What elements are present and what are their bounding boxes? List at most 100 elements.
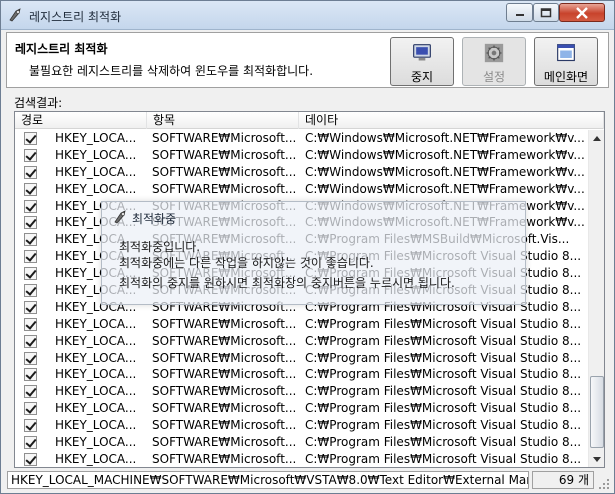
settings-button-label: 설정 bbox=[482, 70, 506, 84]
row-checkbox[interactable] bbox=[24, 419, 37, 433]
table-row[interactable]: HKEY_LOCA... SOFTWARE₩Microsoft... C:₩Prog… bbox=[15, 350, 588, 367]
close-button[interactable] bbox=[559, 3, 605, 22]
title-bar[interactable]: 레지스트리 최적화 bbox=[1, 1, 614, 30]
row-checkbox[interactable] bbox=[24, 317, 37, 331]
stop-button-label: 중지 bbox=[410, 70, 434, 84]
row-checkbox[interactable] bbox=[24, 148, 37, 162]
row-item: SOFTWARE₩Microsoft... bbox=[152, 367, 297, 382]
status-current-path: HKEY_LOCAL_MACHINE₩SOFTWARE₩Microsoft₩VS… bbox=[7, 471, 529, 489]
table-row[interactable]: HKEY_LOCA... SOFTWARE₩Microsoft... C:₩Prog… bbox=[15, 383, 588, 400]
row-path: HKEY_LOCA... bbox=[55, 181, 137, 196]
row-checkbox[interactable] bbox=[24, 132, 37, 145]
scroll-thumb[interactable] bbox=[590, 376, 604, 448]
results-label: 검색결과: bbox=[14, 96, 63, 110]
row-data: C:₩Program Files₩Microsoft Visual Studio… bbox=[305, 316, 582, 331]
settings-button[interactable]: 설정 bbox=[462, 37, 526, 86]
row-checkbox[interactable] bbox=[24, 351, 37, 365]
row-checkbox[interactable] bbox=[24, 250, 37, 264]
row-data: C:₩Program Files₩Microsoft Visual Studio… bbox=[305, 401, 582, 416]
table-row[interactable]: HKEY_LOCA... SOFTWARE₩Microsoft... C:₩Prog… bbox=[15, 333, 588, 350]
table-row[interactable]: HKEY_LOCA... SOFTWARE₩Microsoft... C:₩Prog… bbox=[15, 400, 588, 417]
row-data: C:₩Program Files₩Microsoft Visual Studio… bbox=[305, 451, 582, 466]
row-checkbox[interactable] bbox=[24, 165, 37, 179]
row-data: C:₩Windows₩Microsoft.NET₩Framework₩v... bbox=[305, 131, 585, 145]
row-path: HKEY_LOCA... bbox=[55, 316, 137, 331]
row-path: HKEY_LOCA... bbox=[55, 418, 137, 433]
row-item: SOFTWARE₩Microsoft... bbox=[152, 350, 297, 365]
row-data: C:₩Program Files₩Microsoft Visual Studio… bbox=[305, 384, 582, 399]
vertical-scrollbar[interactable] bbox=[588, 130, 604, 467]
row-item: SOFTWARE₩Microsoft... bbox=[152, 181, 297, 196]
table-row[interactable]: HKEY_LOCA... SOFTWARE₩Microsoft... C:₩Wind… bbox=[15, 181, 588, 198]
row-path: HKEY_LOCA... bbox=[55, 131, 137, 145]
scroll-down-button[interactable] bbox=[589, 451, 604, 467]
table-row[interactable]: HKEY_LOCA... SOFTWARE₩Microsoft... C:₩Prog… bbox=[15, 434, 588, 451]
row-checkbox[interactable] bbox=[24, 436, 37, 450]
table-row[interactable]: HKEY_LOCA... SOFTWARE₩Microsoft... C:₩Prog… bbox=[15, 316, 588, 333]
row-item: SOFTWARE₩Microsoft... bbox=[152, 333, 297, 348]
column-header-item[interactable]: 항목 bbox=[147, 112, 299, 129]
close-icon bbox=[576, 6, 588, 19]
row-item: SOFTWARE₩Microsoft... bbox=[152, 451, 297, 466]
main-screen-button[interactable]: 메인화면 bbox=[534, 37, 598, 86]
optimizer-icon bbox=[114, 210, 126, 224]
minimize-button[interactable] bbox=[506, 3, 533, 22]
status-count: 69 개 bbox=[532, 471, 594, 489]
table-row[interactable]: HKEY_LOCA... SOFTWARE₩Microsoft... C:₩Prog… bbox=[15, 366, 588, 383]
row-data: C:₩Program Files₩Microsoft Visual Studio… bbox=[305, 333, 582, 348]
resize-grip-icon[interactable] bbox=[597, 477, 611, 491]
row-checkbox[interactable] bbox=[24, 334, 37, 348]
row-checkbox[interactable] bbox=[24, 402, 37, 416]
row-path: HKEY_LOCA... bbox=[55, 333, 137, 348]
window-icon bbox=[557, 44, 575, 62]
row-data: C:₩Windows₩Microsoft.NET₩Framework₩v... bbox=[305, 147, 585, 162]
scroll-up-icon bbox=[593, 135, 601, 141]
row-data: C:₩Windows₩Microsoft.NET₩Framework₩v... bbox=[305, 164, 585, 179]
row-item: SOFTWARE₩Microsoft... bbox=[152, 418, 297, 433]
row-item: SOFTWARE₩Microsoft... bbox=[152, 164, 297, 179]
row-item: SOFTWARE₩Microsoft... bbox=[152, 435, 297, 450]
row-checkbox[interactable] bbox=[24, 267, 37, 281]
row-checkbox[interactable] bbox=[24, 452, 37, 466]
row-data: C:₩Program Files₩Microsoft Visual Studio… bbox=[305, 418, 582, 433]
maximize-button[interactable] bbox=[533, 3, 559, 22]
row-item: SOFTWARE₩Microsoft... bbox=[152, 401, 297, 416]
window-title: 레지스트리 최적화 bbox=[29, 10, 122, 24]
stop-button[interactable]: 중지 bbox=[390, 37, 454, 86]
row-checkbox[interactable] bbox=[24, 233, 37, 247]
maximize-icon bbox=[540, 7, 552, 17]
popup-line-3: 최적화의 중지를 원하시면 최적화창의 중지버튼을 누르시면 됩니다. bbox=[119, 276, 455, 290]
scroll-down-icon bbox=[593, 456, 601, 462]
row-checkbox[interactable] bbox=[24, 216, 37, 230]
scroll-up-button[interactable] bbox=[589, 130, 604, 146]
table-row[interactable]: HKEY_LOCA... SOFTWARE₩Microsoft... C:₩Prog… bbox=[15, 417, 588, 434]
column-header-data[interactable]: 데이타 bbox=[299, 112, 604, 129]
row-path: HKEY_LOCA... bbox=[55, 367, 137, 382]
row-data: C:₩Program Files₩Microsoft Visual Studio… bbox=[305, 367, 582, 382]
row-checkbox[interactable] bbox=[24, 284, 37, 298]
list-header: 경로 항목 데이타 bbox=[15, 112, 604, 129]
row-path: HKEY_LOCA... bbox=[55, 451, 137, 466]
row-item: SOFTWARE₩Microsoft... bbox=[152, 131, 297, 145]
row-item: SOFTWARE₩Microsoft... bbox=[152, 147, 297, 162]
popup-title: 최적화중 bbox=[132, 212, 177, 226]
table-row[interactable]: HKEY_LOCA... SOFTWARE₩Microsoft... C:₩Prog… bbox=[15, 451, 588, 467]
table-row[interactable]: HKEY_LOCA... SOFTWARE₩Microsoft... C:₩Wind… bbox=[15, 164, 588, 181]
popup-line-1: 최적화중입니다. bbox=[119, 240, 201, 254]
main-screen-button-label: 메인화면 bbox=[543, 70, 589, 84]
app-icon bbox=[9, 8, 21, 22]
header-description: 불필요한 레지스트리를 삭제하여 윈도우를 최적화합니다. bbox=[29, 64, 314, 78]
table-row[interactable]: HKEY_LOCA... SOFTWARE₩Microsoft... C:₩Wind… bbox=[15, 130, 588, 147]
column-header-path[interactable]: 경로 bbox=[15, 112, 147, 129]
gear-icon bbox=[484, 43, 504, 63]
row-path: HKEY_LOCA... bbox=[55, 384, 137, 399]
row-checkbox[interactable] bbox=[24, 182, 37, 196]
row-path: HKEY_LOCA... bbox=[55, 350, 137, 365]
row-checkbox[interactable] bbox=[24, 368, 37, 382]
row-checkbox[interactable] bbox=[24, 199, 37, 213]
row-data: C:₩Program Files₩Microsoft Visual Studio… bbox=[305, 350, 582, 365]
row-checkbox[interactable] bbox=[24, 385, 37, 399]
row-checkbox[interactable] bbox=[24, 300, 37, 314]
table-row[interactable]: HKEY_LOCA... SOFTWARE₩Microsoft... C:₩Wind… bbox=[15, 147, 588, 164]
registry-optimizer-window: 레지스트리 최적화 레지스트리 최적화 불필요한 레지스트리를 삭제하여 윈도우… bbox=[0, 0, 615, 494]
